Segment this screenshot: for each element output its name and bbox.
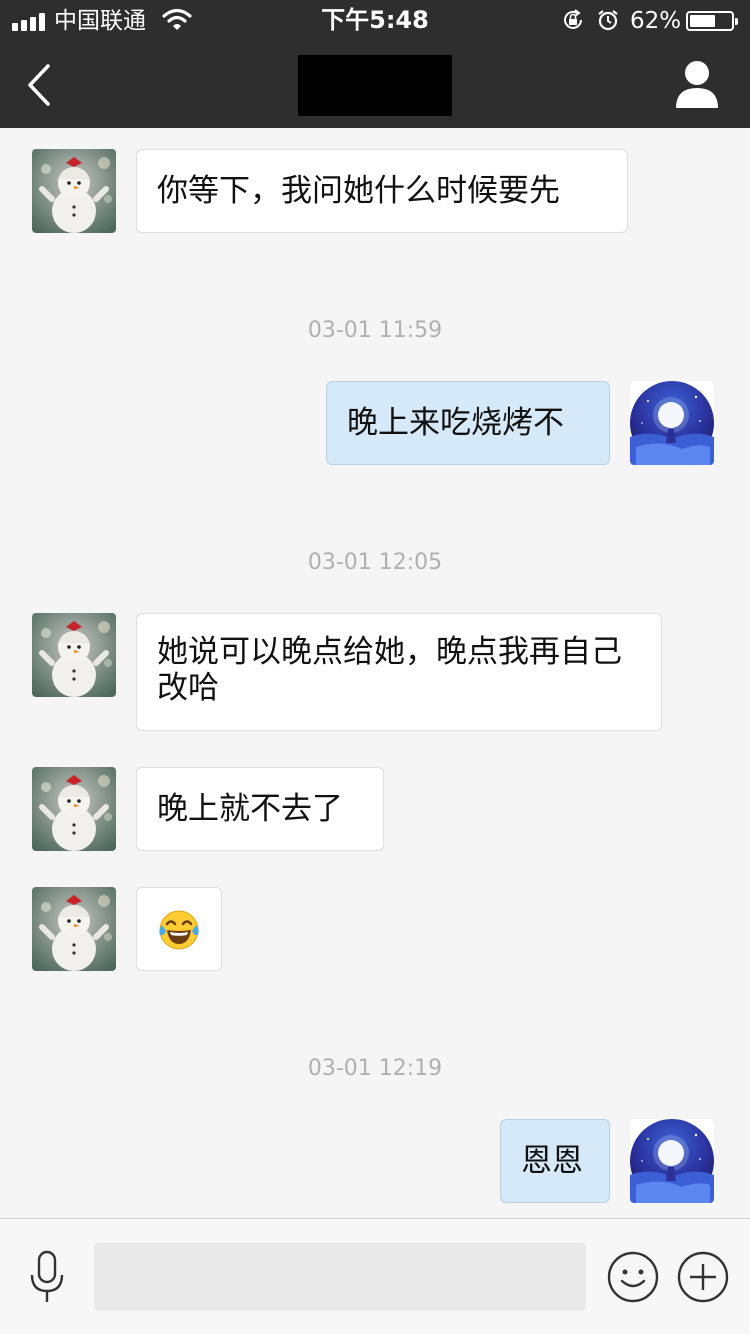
- rotation-lock-icon: [564, 9, 582, 29]
- message-bubble-outgoing[interactable]: 晚上来吃烧烤不: [326, 381, 610, 465]
- timestamp: 03-01 11:59: [307, 318, 443, 343]
- message-bubble-outgoing[interactable]: 恩恩: [500, 1119, 610, 1203]
- alarm-icon: [598, 10, 618, 31]
- contact-avatar[interactable]: [32, 887, 116, 971]
- message-input[interactable]: [94, 1243, 586, 1311]
- timestamp: 03-01 12:19: [307, 1056, 443, 1081]
- top-bar: 中国联通 下午5:48 62%: [0, 0, 750, 128]
- message-text: 你等下，我问她什么时候要先: [157, 173, 560, 209]
- contact-avatar[interactable]: [32, 149, 116, 233]
- message-bubble-incoming[interactable]: 晚上就不去了: [136, 767, 384, 851]
- my-avatar[interactable]: [630, 381, 714, 465]
- message-text: 恩恩: [521, 1143, 583, 1179]
- chat-title-redacted: [298, 55, 452, 116]
- message-text: 晚上来吃烧烤不: [347, 405, 564, 441]
- back-button[interactable]: [20, 60, 60, 110]
- microphone-icon[interactable]: [26, 1249, 68, 1305]
- profile-button[interactable]: [672, 58, 722, 110]
- message-bubble-incoming[interactable]: 你等下，我问她什么时候要先: [136, 149, 628, 233]
- contact-avatar[interactable]: [32, 613, 116, 697]
- battery-icon: [686, 11, 738, 31]
- message-text: 晚上就不去了: [157, 791, 343, 827]
- message-bubble-incoming[interactable]: 她说可以晚点给她，晚点我再自己改哈: [136, 613, 662, 731]
- battery-percent: 62%: [630, 8, 682, 34]
- emoji-icon[interactable]: [607, 1251, 659, 1303]
- tears-of-joy-emoji-icon: [159, 910, 199, 950]
- timestamp: 03-01 12:05: [307, 550, 443, 575]
- status-bar: 中国联通 下午5:48 62%: [0, 0, 750, 40]
- input-bar: [0, 1218, 750, 1334]
- my-avatar[interactable]: [630, 1119, 714, 1203]
- plus-icon[interactable]: [677, 1251, 729, 1303]
- message-bubble-incoming[interactable]: 😂: [136, 887, 222, 971]
- contact-avatar[interactable]: [32, 767, 116, 851]
- message-text: 她说可以晚点给她，晚点我再自己改哈: [157, 634, 622, 706]
